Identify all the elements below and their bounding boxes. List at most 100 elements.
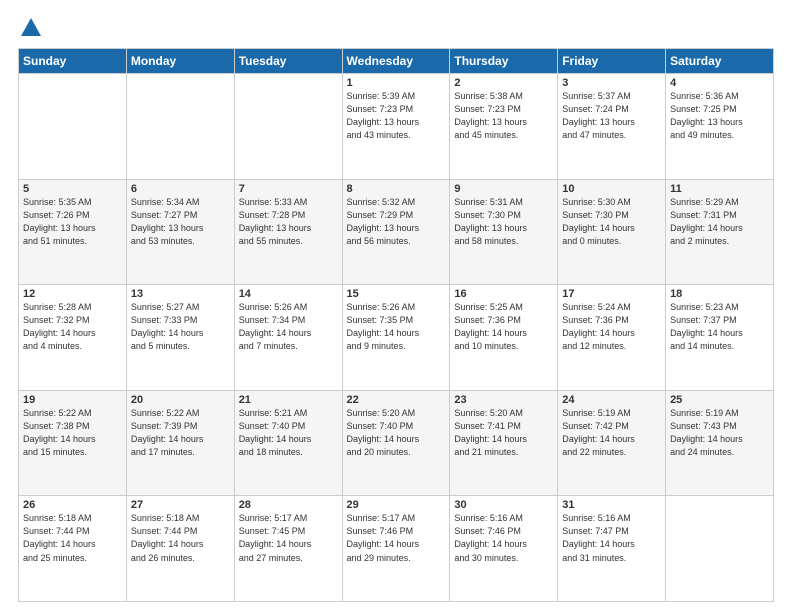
day-info: Sunrise: 5:18 AM Sunset: 7:44 PM Dayligh… [131, 512, 230, 564]
day-info: Sunrise: 5:20 AM Sunset: 7:41 PM Dayligh… [454, 407, 553, 459]
calendar-week-row: 12Sunrise: 5:28 AM Sunset: 7:32 PM Dayli… [19, 285, 774, 391]
day-number: 20 [131, 394, 230, 406]
calendar-cell: 6Sunrise: 5:34 AM Sunset: 7:27 PM Daylig… [126, 179, 234, 285]
day-number: 1 [347, 77, 446, 89]
calendar-cell: 13Sunrise: 5:27 AM Sunset: 7:33 PM Dayli… [126, 285, 234, 391]
calendar-cell: 4Sunrise: 5:36 AM Sunset: 7:25 PM Daylig… [666, 74, 774, 180]
weekday-header-row: SundayMondayTuesdayWednesdayThursdayFrid… [19, 49, 774, 74]
calendar-cell: 7Sunrise: 5:33 AM Sunset: 7:28 PM Daylig… [234, 179, 342, 285]
day-number: 11 [670, 183, 769, 195]
calendar-cell: 21Sunrise: 5:21 AM Sunset: 7:40 PM Dayli… [234, 390, 342, 496]
calendar-cell: 16Sunrise: 5:25 AM Sunset: 7:36 PM Dayli… [450, 285, 558, 391]
header [18, 18, 774, 38]
calendar-cell: 26Sunrise: 5:18 AM Sunset: 7:44 PM Dayli… [19, 496, 127, 602]
calendar-cell [666, 496, 774, 602]
day-info: Sunrise: 5:22 AM Sunset: 7:39 PM Dayligh… [131, 407, 230, 459]
calendar-cell: 20Sunrise: 5:22 AM Sunset: 7:39 PM Dayli… [126, 390, 234, 496]
weekday-header-tuesday: Tuesday [234, 49, 342, 74]
calendar-cell: 31Sunrise: 5:16 AM Sunset: 7:47 PM Dayli… [558, 496, 666, 602]
weekday-header-saturday: Saturday [666, 49, 774, 74]
calendar-cell [234, 74, 342, 180]
day-info: Sunrise: 5:16 AM Sunset: 7:46 PM Dayligh… [454, 512, 553, 564]
calendar-cell: 8Sunrise: 5:32 AM Sunset: 7:29 PM Daylig… [342, 179, 450, 285]
day-info: Sunrise: 5:27 AM Sunset: 7:33 PM Dayligh… [131, 301, 230, 353]
calendar-cell: 2Sunrise: 5:38 AM Sunset: 7:23 PM Daylig… [450, 74, 558, 180]
calendar-cell: 9Sunrise: 5:31 AM Sunset: 7:30 PM Daylig… [450, 179, 558, 285]
day-number: 28 [239, 499, 338, 511]
day-number: 9 [454, 183, 553, 195]
weekday-header-thursday: Thursday [450, 49, 558, 74]
day-number: 6 [131, 183, 230, 195]
calendar-cell: 1Sunrise: 5:39 AM Sunset: 7:23 PM Daylig… [342, 74, 450, 180]
weekday-header-monday: Monday [126, 49, 234, 74]
day-number: 4 [670, 77, 769, 89]
calendar-week-row: 5Sunrise: 5:35 AM Sunset: 7:26 PM Daylig… [19, 179, 774, 285]
logo [18, 18, 41, 38]
day-info: Sunrise: 5:19 AM Sunset: 7:43 PM Dayligh… [670, 407, 769, 459]
day-info: Sunrise: 5:17 AM Sunset: 7:45 PM Dayligh… [239, 512, 338, 564]
calendar-cell: 11Sunrise: 5:29 AM Sunset: 7:31 PM Dayli… [666, 179, 774, 285]
calendar-week-row: 1Sunrise: 5:39 AM Sunset: 7:23 PM Daylig… [19, 74, 774, 180]
weekday-header-sunday: Sunday [19, 49, 127, 74]
day-number: 21 [239, 394, 338, 406]
day-info: Sunrise: 5:32 AM Sunset: 7:29 PM Dayligh… [347, 196, 446, 248]
calendar-cell: 29Sunrise: 5:17 AM Sunset: 7:46 PM Dayli… [342, 496, 450, 602]
day-number: 2 [454, 77, 553, 89]
calendar-cell: 15Sunrise: 5:26 AM Sunset: 7:35 PM Dayli… [342, 285, 450, 391]
calendar-page: SundayMondayTuesdayWednesdayThursdayFrid… [0, 0, 792, 612]
day-info: Sunrise: 5:17 AM Sunset: 7:46 PM Dayligh… [347, 512, 446, 564]
day-info: Sunrise: 5:23 AM Sunset: 7:37 PM Dayligh… [670, 301, 769, 353]
day-info: Sunrise: 5:26 AM Sunset: 7:34 PM Dayligh… [239, 301, 338, 353]
calendar-cell: 27Sunrise: 5:18 AM Sunset: 7:44 PM Dayli… [126, 496, 234, 602]
day-info: Sunrise: 5:36 AM Sunset: 7:25 PM Dayligh… [670, 90, 769, 142]
day-number: 30 [454, 499, 553, 511]
day-number: 15 [347, 288, 446, 300]
calendar-cell: 12Sunrise: 5:28 AM Sunset: 7:32 PM Dayli… [19, 285, 127, 391]
day-info: Sunrise: 5:25 AM Sunset: 7:36 PM Dayligh… [454, 301, 553, 353]
day-info: Sunrise: 5:22 AM Sunset: 7:38 PM Dayligh… [23, 407, 122, 459]
day-number: 13 [131, 288, 230, 300]
day-info: Sunrise: 5:19 AM Sunset: 7:42 PM Dayligh… [562, 407, 661, 459]
day-number: 14 [239, 288, 338, 300]
calendar-cell: 25Sunrise: 5:19 AM Sunset: 7:43 PM Dayli… [666, 390, 774, 496]
calendar-week-row: 26Sunrise: 5:18 AM Sunset: 7:44 PM Dayli… [19, 496, 774, 602]
day-number: 27 [131, 499, 230, 511]
day-number: 12 [23, 288, 122, 300]
logo-triangle-icon [21, 18, 41, 36]
day-number: 7 [239, 183, 338, 195]
calendar-cell: 28Sunrise: 5:17 AM Sunset: 7:45 PM Dayli… [234, 496, 342, 602]
calendar-cell [19, 74, 127, 180]
calendar-cell: 18Sunrise: 5:23 AM Sunset: 7:37 PM Dayli… [666, 285, 774, 391]
day-info: Sunrise: 5:38 AM Sunset: 7:23 PM Dayligh… [454, 90, 553, 142]
calendar-cell: 24Sunrise: 5:19 AM Sunset: 7:42 PM Dayli… [558, 390, 666, 496]
day-number: 22 [347, 394, 446, 406]
day-number: 8 [347, 183, 446, 195]
day-info: Sunrise: 5:37 AM Sunset: 7:24 PM Dayligh… [562, 90, 661, 142]
day-number: 17 [562, 288, 661, 300]
day-number: 26 [23, 499, 122, 511]
day-number: 18 [670, 288, 769, 300]
day-number: 25 [670, 394, 769, 406]
day-info: Sunrise: 5:16 AM Sunset: 7:47 PM Dayligh… [562, 512, 661, 564]
day-info: Sunrise: 5:18 AM Sunset: 7:44 PM Dayligh… [23, 512, 122, 564]
day-info: Sunrise: 5:20 AM Sunset: 7:40 PM Dayligh… [347, 407, 446, 459]
calendar-cell: 23Sunrise: 5:20 AM Sunset: 7:41 PM Dayli… [450, 390, 558, 496]
day-number: 23 [454, 394, 553, 406]
day-number: 10 [562, 183, 661, 195]
day-number: 29 [347, 499, 446, 511]
calendar-cell: 14Sunrise: 5:26 AM Sunset: 7:34 PM Dayli… [234, 285, 342, 391]
calendar-table: SundayMondayTuesdayWednesdayThursdayFrid… [18, 48, 774, 602]
weekday-header-wednesday: Wednesday [342, 49, 450, 74]
day-number: 3 [562, 77, 661, 89]
day-number: 19 [23, 394, 122, 406]
calendar-cell: 17Sunrise: 5:24 AM Sunset: 7:36 PM Dayli… [558, 285, 666, 391]
day-info: Sunrise: 5:21 AM Sunset: 7:40 PM Dayligh… [239, 407, 338, 459]
calendar-week-row: 19Sunrise: 5:22 AM Sunset: 7:38 PM Dayli… [19, 390, 774, 496]
calendar-cell: 10Sunrise: 5:30 AM Sunset: 7:30 PM Dayli… [558, 179, 666, 285]
day-number: 31 [562, 499, 661, 511]
calendar-cell: 19Sunrise: 5:22 AM Sunset: 7:38 PM Dayli… [19, 390, 127, 496]
calendar-cell: 3Sunrise: 5:37 AM Sunset: 7:24 PM Daylig… [558, 74, 666, 180]
day-info: Sunrise: 5:39 AM Sunset: 7:23 PM Dayligh… [347, 90, 446, 142]
day-info: Sunrise: 5:31 AM Sunset: 7:30 PM Dayligh… [454, 196, 553, 248]
day-info: Sunrise: 5:28 AM Sunset: 7:32 PM Dayligh… [23, 301, 122, 353]
